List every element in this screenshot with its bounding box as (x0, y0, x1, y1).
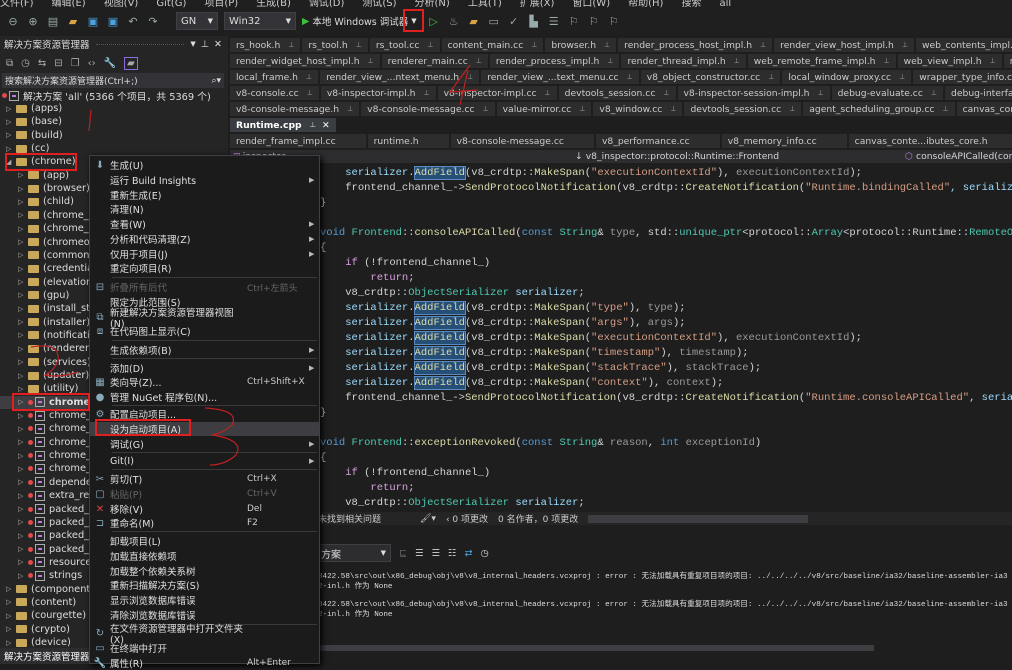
handwritten-annotations (0, 0, 1012, 664)
